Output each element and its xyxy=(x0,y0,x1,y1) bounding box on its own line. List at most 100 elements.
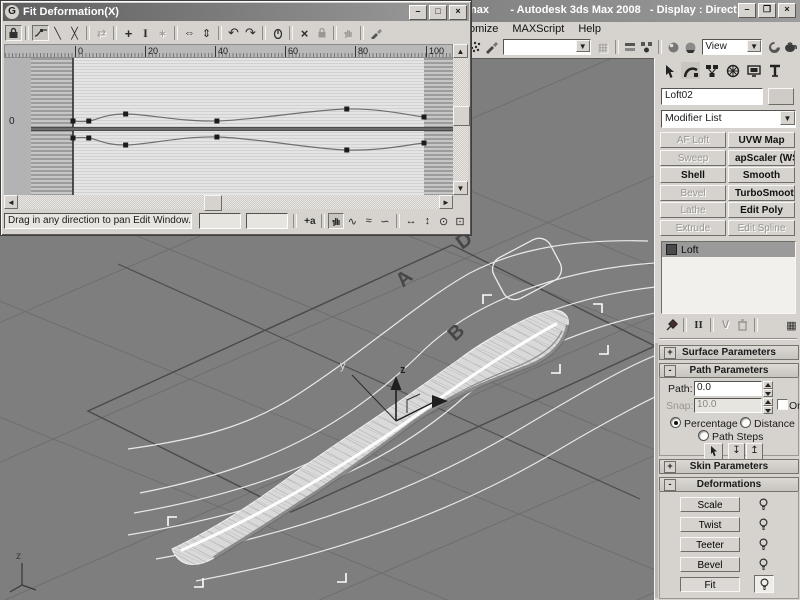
zoom-button[interactable]: ⊙ xyxy=(436,213,452,229)
snap-on-checkbox[interactable] xyxy=(777,399,788,410)
zoom-region-button[interactable]: ⊡ xyxy=(452,213,468,229)
deformation-twist-button[interactable]: Twist xyxy=(680,517,740,532)
fit-window-titlebar[interactable]: G Fit Deformation(X) – □ × xyxy=(3,3,469,21)
fit-close-button[interactable]: × xyxy=(449,5,467,20)
mirror-vertically-button[interactable]: ⇕ xyxy=(198,25,215,41)
modifier-button-smooth[interactable]: Smooth xyxy=(728,167,795,183)
scale-control-point-button[interactable]: I xyxy=(137,25,154,41)
modifier-button-editpoly[interactable]: Edit Poly xyxy=(728,202,795,218)
show-end-result-icon[interactable]: II xyxy=(690,317,707,333)
twist-active-bulb-icon[interactable] xyxy=(754,516,772,532)
render-last-icon[interactable] xyxy=(766,39,783,55)
reset-curve-brush-icon[interactable] xyxy=(367,25,384,41)
modifier-button-editspline[interactable]: Edit Spline xyxy=(728,220,795,236)
radio-distance[interactable]: Distance xyxy=(740,417,795,430)
tab-modify[interactable] xyxy=(680,61,701,80)
modifier-button-uvwmap[interactable]: UVW Map xyxy=(728,132,795,148)
fit-minimize-button[interactable]: – xyxy=(409,5,427,20)
tab-display[interactable] xyxy=(743,61,764,80)
vscroll-down-button[interactable]: ▼ xyxy=(453,181,468,195)
main-close-button[interactable]: × xyxy=(778,3,796,18)
rollout-path-parameters[interactable]: - Path Parameters xyxy=(659,363,799,378)
stack-item-loft[interactable]: Loft xyxy=(662,242,795,257)
snap-spinner[interactable] xyxy=(763,398,773,412)
rollout-toggle-icon[interactable]: + xyxy=(664,347,676,359)
pan-button[interactable] xyxy=(328,213,344,229)
menu-maxscript[interactable]: MAXScript xyxy=(505,21,571,37)
schematic-view-icon[interactable] xyxy=(639,39,656,55)
radio-percentage[interactable]: Percentage xyxy=(670,417,738,430)
pin-stack-icon[interactable] xyxy=(663,317,680,333)
vscroll-thumb[interactable] xyxy=(453,106,470,126)
tab-hierarchy[interactable] xyxy=(701,61,722,80)
object-color-swatch[interactable] xyxy=(768,88,794,105)
deform-edit-canvas[interactable] xyxy=(31,58,453,195)
modifier-button-turbosmooth[interactable]: TurboSmooth xyxy=(728,185,795,201)
main-minimize-button[interactable]: – xyxy=(738,3,756,18)
rollout-toggle-icon[interactable]: + xyxy=(664,461,676,473)
named-selection-sets-dropdown[interactable]: ▼ xyxy=(503,39,591,55)
display-xy-axes-button[interactable]: ╳ xyxy=(66,25,83,41)
render-setup-icon[interactable] xyxy=(682,39,699,55)
path-value-field[interactable]: 0.0 xyxy=(694,381,762,396)
view-dropdown-arrow[interactable]: ▼ xyxy=(747,40,761,52)
delete-curve-button[interactable]: × xyxy=(296,25,313,41)
modifier-stack-list[interactable]: Loft xyxy=(661,241,796,314)
zoom-value-extents-button[interactable]: ∽ xyxy=(377,213,393,229)
panel-scrollbar[interactable] xyxy=(655,343,658,598)
pick-shape-button[interactable] xyxy=(704,443,723,460)
snap-value-field[interactable]: 10.0 xyxy=(694,398,762,413)
deformation-teeter-button[interactable]: Teeter xyxy=(680,537,740,552)
lock-aspect-button[interactable] xyxy=(269,25,286,41)
fit-active-bulb-icon[interactable] xyxy=(754,575,774,593)
vertical-position-field[interactable] xyxy=(246,213,288,229)
scale-active-bulb-icon[interactable] xyxy=(754,496,772,512)
tab-create[interactable] xyxy=(659,61,680,80)
tab-motion[interactable] xyxy=(722,61,743,80)
modifier-button-lathe[interactable]: Lathe xyxy=(660,202,726,218)
tab-utilities[interactable] xyxy=(764,61,785,80)
move-control-point-button[interactable]: + xyxy=(120,25,137,41)
mirror-horizontally-button[interactable]: ⇔ xyxy=(181,25,198,41)
hscroll-thumb[interactable] xyxy=(204,195,222,211)
display-y-axis-button[interactable]: ╲ xyxy=(49,25,66,41)
rollout-skin-parameters[interactable]: + Skin Parameters xyxy=(659,459,799,474)
named-sets-dropdown-arrow[interactable]: ▼ xyxy=(576,40,590,52)
configure-modifier-sets-icon[interactable]: ▦ xyxy=(783,317,800,333)
zoom-horizontally-button[interactable]: ↔ xyxy=(403,213,419,229)
modifier-button-bevel[interactable]: Bevel xyxy=(660,185,726,201)
material-editor-icon[interactable] xyxy=(665,39,682,55)
rotate-90-ccw-button[interactable]: ↶ xyxy=(225,25,242,41)
teeter-active-bulb-icon[interactable] xyxy=(754,536,772,552)
zoom-vertically-button[interactable]: ↕ xyxy=(419,213,435,229)
fit-maximize-button[interactable]: □ xyxy=(429,5,447,20)
rollout-toggle-icon[interactable]: - xyxy=(664,365,676,377)
path-spinner[interactable] xyxy=(763,381,773,395)
hscroll-left-button[interactable]: ◄ xyxy=(4,195,18,209)
deformation-bevel-button[interactable]: Bevel xyxy=(680,557,740,572)
rollout-deformations[interactable]: - Deformations xyxy=(659,477,799,492)
horizontal-position-field[interactable] xyxy=(199,213,241,229)
vscroll-up-button[interactable]: ▲ xyxy=(453,44,468,58)
modifier-list-dropdown[interactable]: Modifier List ▼ xyxy=(661,110,796,128)
view-dropdown[interactable]: View ▼ xyxy=(702,39,762,55)
main-restore-button[interactable]: ❐ xyxy=(758,3,776,18)
previous-shape-button[interactable]: ↧ xyxy=(728,443,745,460)
brush-tool-icon[interactable] xyxy=(483,39,500,55)
modifier-button-sweep[interactable]: Sweep xyxy=(660,150,726,166)
deform-vscrollbar[interactable]: ▼ xyxy=(453,58,468,195)
radio-path-steps[interactable]: Path Steps xyxy=(698,430,763,443)
hscroll-right-button[interactable]: ► xyxy=(439,195,453,209)
zoom-extents-button[interactable]: ∿ xyxy=(344,213,360,229)
next-shape-button[interactable]: ↥ xyxy=(746,443,763,460)
make-symmetrical-button[interactable] xyxy=(5,25,22,41)
display-x-axis-button[interactable] xyxy=(32,25,49,41)
object-name-field[interactable]: Loft02 xyxy=(661,88,763,105)
deform-hscrollbar[interactable]: ◄ ► xyxy=(4,195,453,209)
rollout-toggle-icon[interactable]: - xyxy=(664,479,676,491)
quick-render-icon[interactable] xyxy=(783,39,800,55)
layer-manager-icon[interactable] xyxy=(622,39,639,55)
modifier-list-dropdown-arrow[interactable]: ▼ xyxy=(780,111,795,125)
modifier-button-shell[interactable]: Shell xyxy=(660,167,726,183)
lock-aspect-toggle-button[interactable]: +a xyxy=(302,213,318,229)
